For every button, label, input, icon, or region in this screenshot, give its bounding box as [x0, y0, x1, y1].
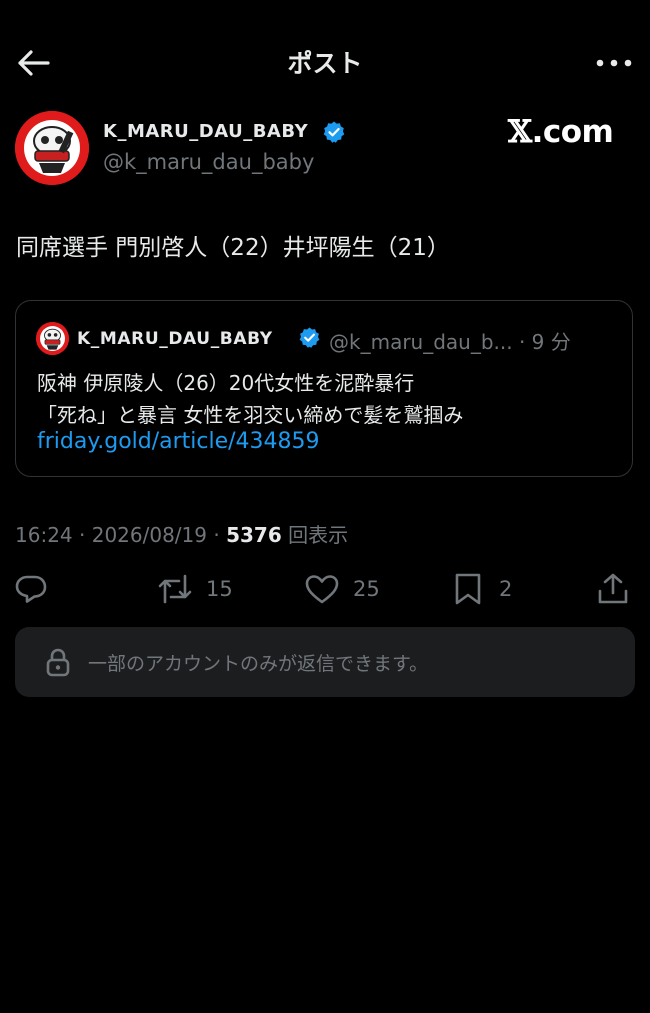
reply-restriction-text: 一部のアカウントのみが返信できます。 — [88, 653, 429, 675]
meta-separator: · — [72, 523, 92, 547]
tweet-meta: 16:24 · 2026/08/19 · 5376 回表示 — [15, 519, 348, 548]
quoted-text-line-2: 「死ね」と暴言 女性を羽交い締めで髪を鷲掴み — [37, 403, 464, 427]
tweet-text: 同席選手 門別啓人（22）井坪陽生（21） — [16, 235, 450, 261]
reply-restriction-notice: 一部のアカウントのみが返信できます。 — [15, 627, 635, 697]
tweet-date: 2026/08/19 — [91, 523, 207, 547]
avatar[interactable] — [15, 111, 89, 185]
share-button[interactable] — [596, 566, 630, 612]
like-icon — [305, 575, 339, 604]
quoted-handle-time: @k_maru_dau_b... · 9 分 — [329, 330, 571, 354]
like-count: 25 — [353, 577, 380, 601]
retweet-icon — [158, 574, 192, 604]
quoted-tweet[interactable]: K_MARU_DAU_BABY @k_maru_dau_b... · 9 分 阪… — [15, 300, 633, 477]
quoted-link[interactable]: friday.gold/article/434859 — [37, 429, 320, 454]
retweet-count: 15 — [206, 577, 233, 601]
action-bar: 15 25 2 — [0, 566, 650, 612]
tweet-time: 16:24 — [15, 523, 73, 547]
more-icon[interactable] — [594, 48, 634, 78]
verified-badge-icon — [299, 327, 320, 348]
author-handle[interactable]: @k_maru_dau_baby — [103, 150, 314, 174]
quoted-text-line-1: 阪神 伊原陵人（26）20代女性を泥酔暴行 — [37, 371, 415, 395]
reply-button[interactable] — [14, 566, 48, 612]
reply-icon — [15, 575, 47, 603]
bookmark-icon — [455, 573, 481, 605]
lock-icon — [46, 648, 70, 677]
bookmark-button[interactable]: 2 — [451, 566, 512, 612]
x-com-watermark: 𝕏.com — [508, 114, 614, 150]
author-name[interactable]: K_MARU_DAU_BABY — [103, 121, 308, 142]
x-logo-icon: 𝕏 — [508, 114, 532, 150]
meta-separator: · — [207, 523, 227, 547]
quoted-author-name: K_MARU_DAU_BABY — [77, 329, 273, 349]
retweet-button[interactable]: 15 — [158, 566, 233, 612]
views-label: 回表示 — [281, 523, 349, 547]
watermark-suffix: .com — [531, 114, 614, 150]
like-button[interactable]: 25 — [305, 566, 380, 612]
views-count: 5376 — [226, 523, 282, 547]
page-title: ポスト — [287, 49, 363, 78]
verified-badge-icon — [323, 121, 345, 143]
top-bar: ポスト — [0, 32, 650, 92]
share-icon — [598, 573, 628, 604]
bookmark-count: 2 — [499, 577, 513, 601]
quoted-avatar — [36, 322, 69, 355]
